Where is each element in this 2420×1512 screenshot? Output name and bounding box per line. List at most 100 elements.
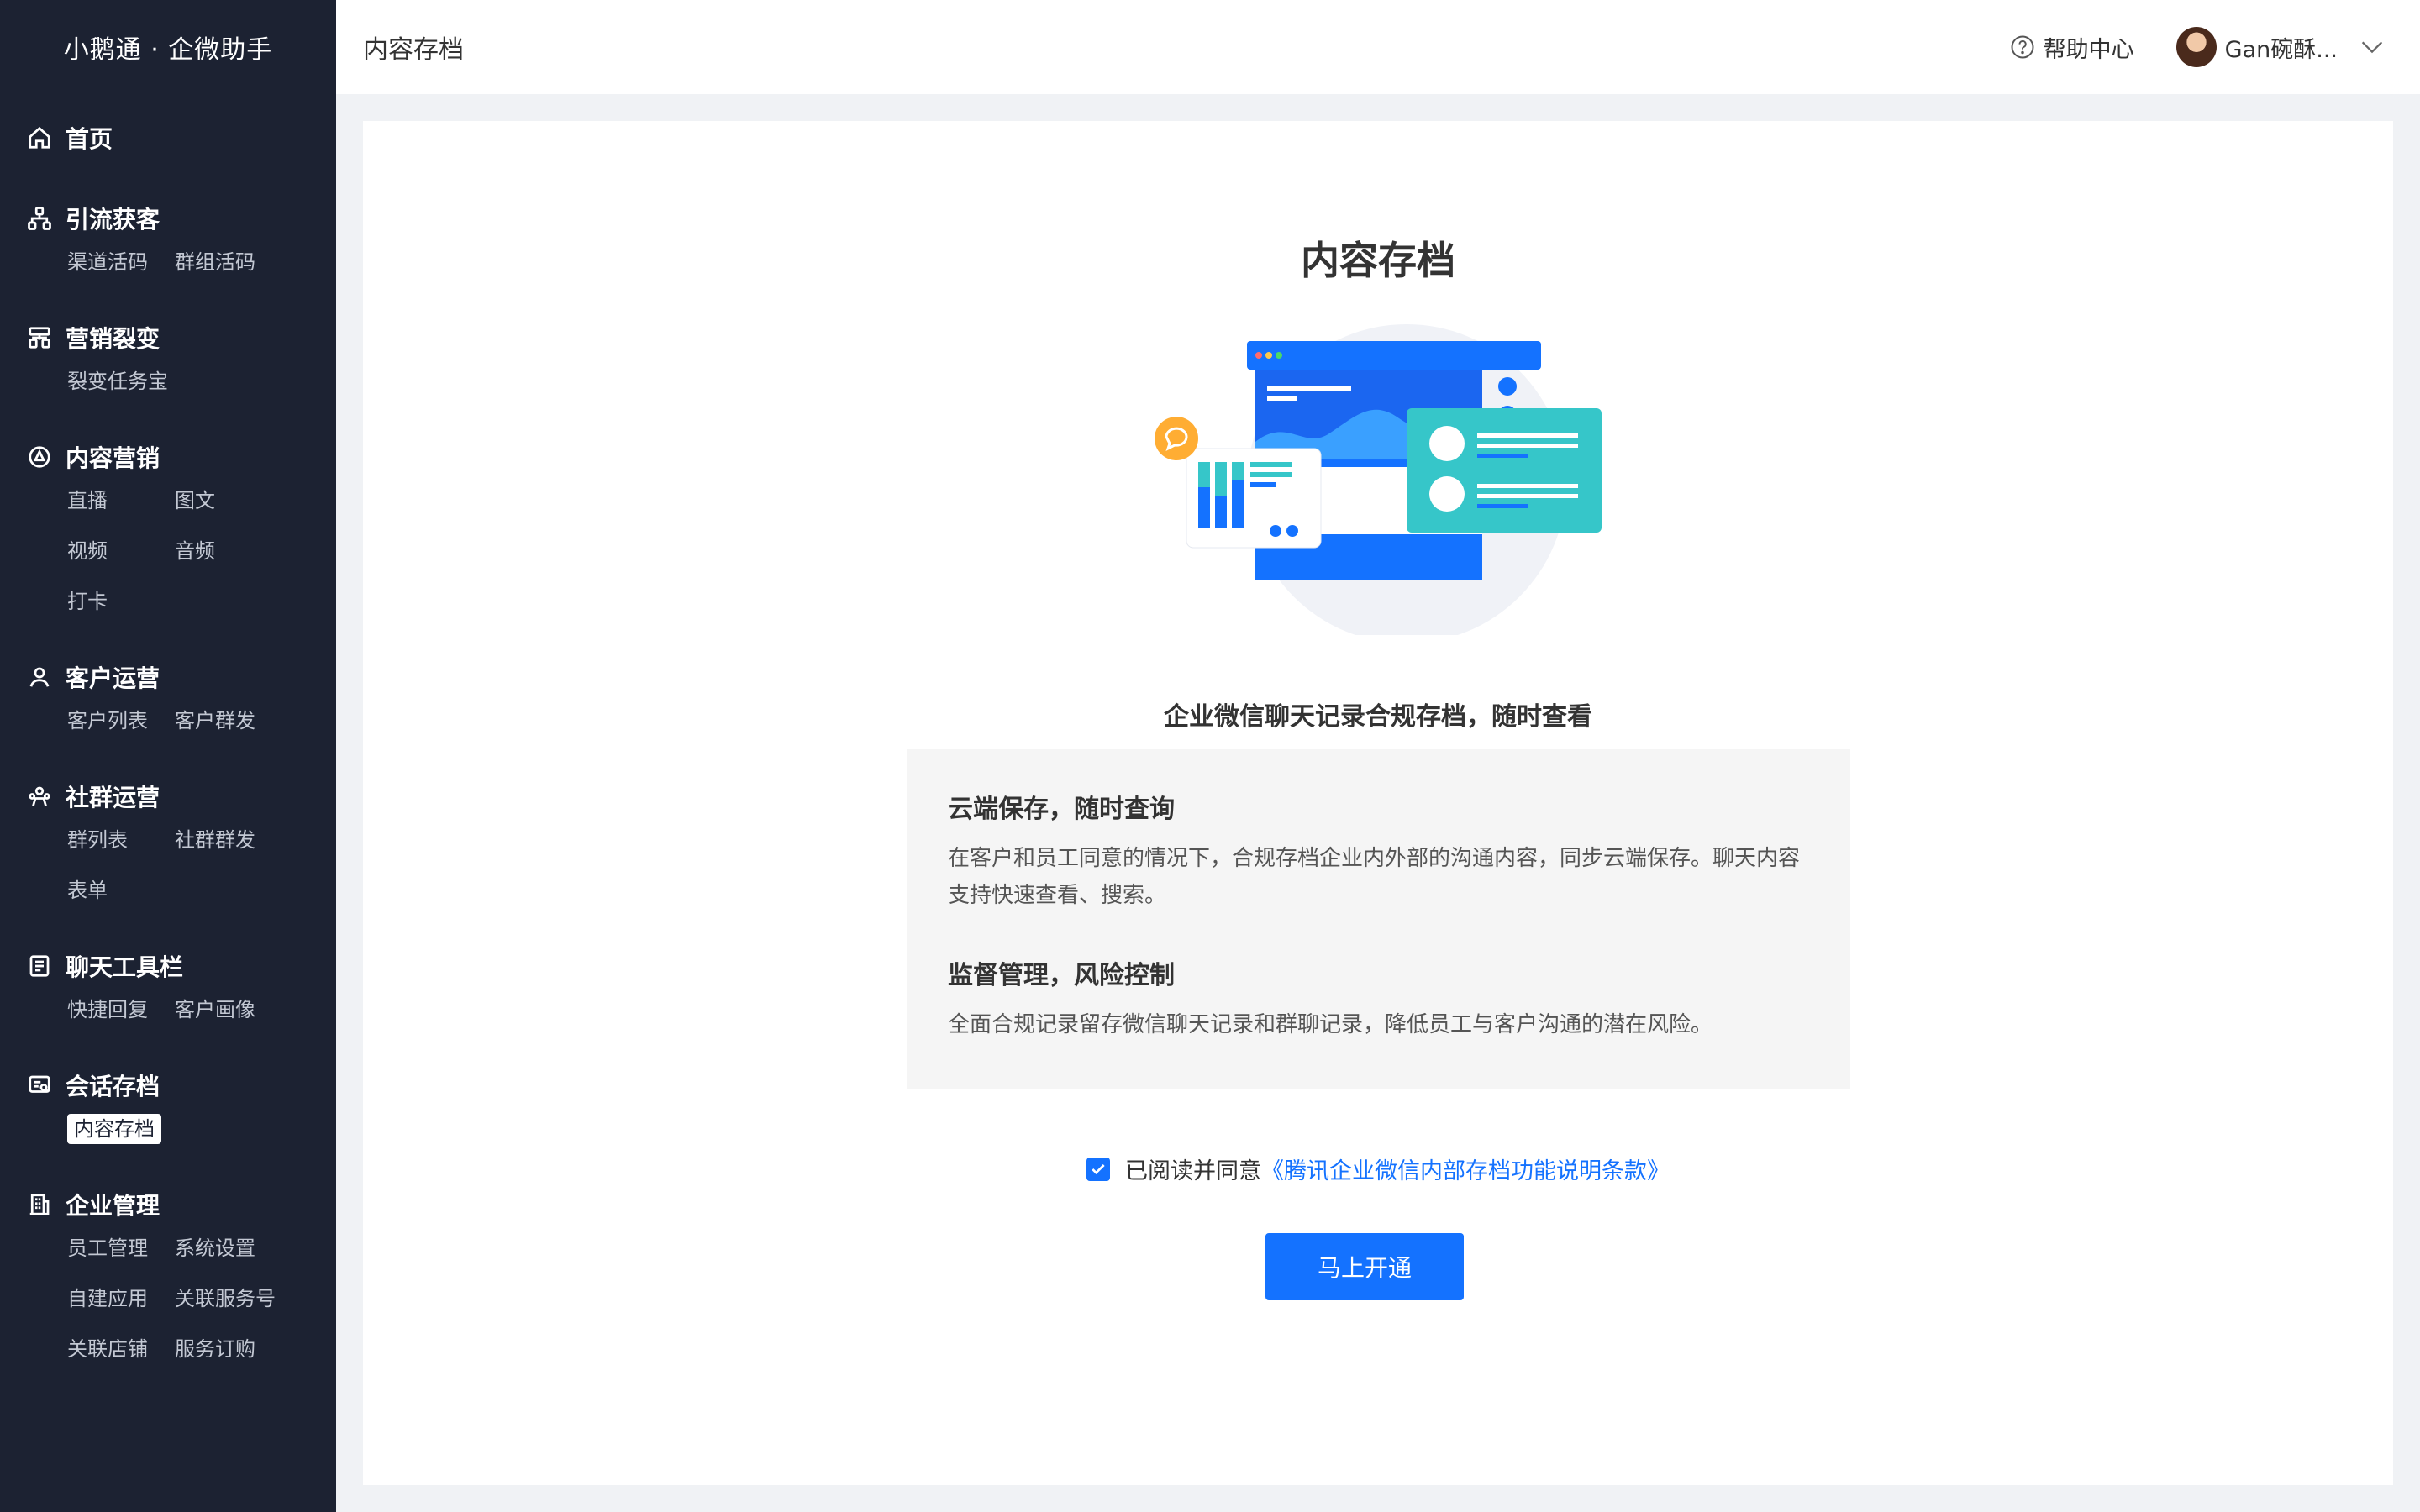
sidebar-item-label: 客户群发 — [175, 709, 255, 732]
sidebar-item[interactable]: 员工管理 — [67, 1223, 175, 1273]
sidebar-item[interactable]: 渠道活码 — [67, 237, 175, 287]
sidebar-item-label: 打卡 — [67, 590, 108, 613]
sidebar-group-header[interactable]: 会话存档 — [0, 1067, 336, 1104]
agree-text: 已阅读并同意 — [1125, 1158, 1261, 1184]
sidebar-group-header[interactable]: 首页 — [0, 119, 336, 156]
sidebar-group-header[interactable]: 客户运营 — [0, 659, 336, 696]
top-bar: 内容存档 帮助中心 Gan碗酥... — [336, 0, 2420, 94]
sidebar-item[interactable]: 快捷回复 — [67, 984, 175, 1035]
building-icon — [29, 1194, 50, 1215]
sidebar-nav: 首页引流获客渠道活码 群组活码营销裂变裂变任务宝内容营销直播 图文视频 音频打卡客户运… — [0, 94, 336, 1374]
sidebar-item[interactable]: 打卡 — [67, 576, 175, 627]
sidebar-group: 内容营销直播 图文视频 音频打卡 — [0, 438, 336, 627]
sidebar-item[interactable]: 直播 — [67, 475, 175, 526]
sidebar-group-label: 企业管理 — [66, 1192, 160, 1220]
check-icon — [1092, 1163, 1105, 1174]
sidebar-item[interactable]: 客户列表 — [67, 696, 175, 746]
sidebar-group-label: 内容营销 — [66, 444, 160, 472]
sidebar-item[interactable]: 表单 — [67, 865, 175, 916]
sidebar-item[interactable]: 音频 — [175, 526, 282, 576]
sidebar-group-label: 营销裂变 — [66, 325, 160, 353]
activate-button[interactable]: 马上开通 — [1265, 1233, 1464, 1300]
sidebar-item-label: 快捷回复 — [67, 998, 148, 1021]
sidebar-item-label: 员工管理 — [67, 1236, 148, 1260]
feature-panel: 云端保存，随时查询 在客户和员工同意的情况下，合规存档企业内外部的沟通内容，同步… — [908, 749, 1850, 1089]
sidebar-item-label: 内容存档 — [67, 1114, 161, 1144]
content-subtitle: 企业微信聊天记录合规存档，随时查看 — [1164, 702, 1592, 732]
sidebar: 小鹅通 · 企微助手 首页引流获客渠道活码 群组活码营销裂变裂变任务宝内容营销直播… — [0, 0, 336, 1512]
brand-logo[interactable]: 小鹅通 · 企微助手 — [0, 0, 336, 94]
sidebar-group-header[interactable]: 内容营销 — [0, 438, 336, 475]
sidebar-item[interactable]: 裂变任务宝 — [67, 356, 175, 407]
sidebar-group: 营销裂变 裂变任务宝 — [0, 319, 336, 407]
feature-item: 云端保存，随时查询 在客户和员工同意的情况下，合规存档企业内外部的沟通内容，同步… — [948, 788, 1810, 914]
sidebar-item[interactable]: 社群群发 — [175, 815, 282, 865]
sidebar-item-label: 客户列表 — [67, 709, 148, 732]
help-circle-icon — [2011, 35, 2034, 59]
archive-icon — [29, 1075, 50, 1093]
sidebar-group: 聊天工具栏快捷回复 客户画像 — [0, 948, 336, 1035]
top-bar-right: 帮助中心 Gan碗酥... — [2010, 27, 2386, 67]
sidebar-item-label: 表单 — [67, 879, 108, 902]
sidebar-item-label: 直播 — [67, 489, 108, 512]
sidebar-subitems: 裂变任务宝 — [0, 356, 336, 407]
sidebar-item-label: 客户画像 — [175, 998, 255, 1021]
sidebar-item-label: 关联店铺 — [67, 1337, 148, 1361]
sidebar-item[interactable]: 关联服务号 — [175, 1273, 282, 1324]
sidebar-item[interactable]: 图文 — [175, 475, 282, 526]
content-title: 内容存档 — [1301, 238, 1455, 283]
sidebar-item-label: 社群群发 — [175, 828, 255, 852]
community-icon — [29, 786, 50, 806]
sidebar-group: 会话存档 内容存档 — [0, 1067, 336, 1154]
sidebar-item-label: 图文 — [175, 489, 215, 512]
network-icon — [28, 207, 51, 230]
sidebar-item-label: 群列表 — [67, 828, 128, 852]
user-name: Gan碗酥... — [2224, 36, 2338, 63]
sidebar-item-label: 服务订购 — [175, 1337, 255, 1361]
terms-link[interactable]: 《腾讯企业微信内部存档功能说明条款》 — [1261, 1152, 1670, 1185]
sidebar-subitems: 群列表 社群群发表单 — [0, 815, 336, 916]
sidebar-group-header[interactable]: 聊天工具栏 — [0, 948, 336, 984]
sidebar-group: 客户运营客户列表 客户群发 — [0, 659, 336, 746]
sidebar-item[interactable]: 自建应用 — [67, 1273, 175, 1324]
sidebar-item[interactable]: 客户画像 — [175, 984, 282, 1035]
sidebar-group: 企业管理员工管理 系统设置 自建应用 关联服务号关联店铺 服务订购 — [0, 1186, 336, 1374]
sidebar-group-header[interactable]: 营销裂变 — [0, 319, 336, 356]
sidebar-subitems: 快捷回复 客户画像 — [0, 984, 336, 1035]
chevron-down-icon — [2361, 41, 2383, 54]
sidebar-item-label: 群组活码 — [175, 250, 255, 274]
sidebar-item-label: 渠道活码 — [67, 250, 148, 274]
sidebar-item[interactable]: 视频 — [67, 526, 175, 576]
sidebar-item[interactable]: 群列表 — [67, 815, 175, 865]
feature-desc: 全面合规记录留存微信聊天记录和群聊记录，降低员工与客户沟通的潜在风险。 — [948, 1012, 1713, 1037]
sidebar-item[interactable]: 内容存档 — [67, 1104, 175, 1154]
page-title: 内容存档 — [363, 35, 464, 65]
agree-checkbox[interactable] — [1086, 1157, 1110, 1181]
toolbar-icon — [29, 955, 50, 977]
agreement-row: 已阅读并同意 《腾讯企业微信内部存档功能说明条款》 — [363, 1152, 2393, 1185]
sidebar-group: 首页 — [0, 119, 336, 156]
sidebar-group-label: 引流获客 — [66, 206, 160, 234]
sidebar-item[interactable]: 关联店铺 — [67, 1324, 175, 1374]
sidebar-group-label: 聊天工具栏 — [66, 953, 184, 981]
help-center-link[interactable]: 帮助中心 — [2010, 31, 2134, 64]
sidebar-group-header[interactable]: 引流获客 — [0, 200, 336, 237]
sidebar-group-header[interactable]: 企业管理 — [0, 1186, 336, 1223]
sidebar-item[interactable]: 系统设置 — [175, 1223, 282, 1273]
sidebar-subitems: 渠道活码 群组活码 — [0, 237, 336, 287]
sidebar-group-header[interactable]: 社群运营 — [0, 778, 336, 815]
content-icon — [29, 446, 50, 468]
sidebar-item-label: 视频 — [67, 539, 108, 563]
sidebar-item[interactable]: 群组活码 — [175, 237, 282, 287]
sidebar-group-label: 首页 — [66, 125, 113, 153]
user-icon — [29, 667, 50, 687]
home-icon — [29, 126, 50, 149]
content-card: 内容存档 企业微信聊天记录合规存档，随时查看 云端保存，随时查询 在客户和员工同… — [363, 121, 2393, 1485]
user-menu[interactable]: Gan碗酥... — [2175, 27, 2386, 67]
feature-title: 云端保存，随时查询 — [948, 795, 1175, 824]
sidebar-item-label: 裂变任务宝 — [67, 370, 168, 393]
sidebar-item-label: 系统设置 — [175, 1236, 255, 1260]
sidebar-group-label: 会话存档 — [66, 1073, 160, 1100]
sidebar-item[interactable]: 客户群发 — [175, 696, 282, 746]
sidebar-item[interactable]: 服务订购 — [175, 1324, 282, 1374]
